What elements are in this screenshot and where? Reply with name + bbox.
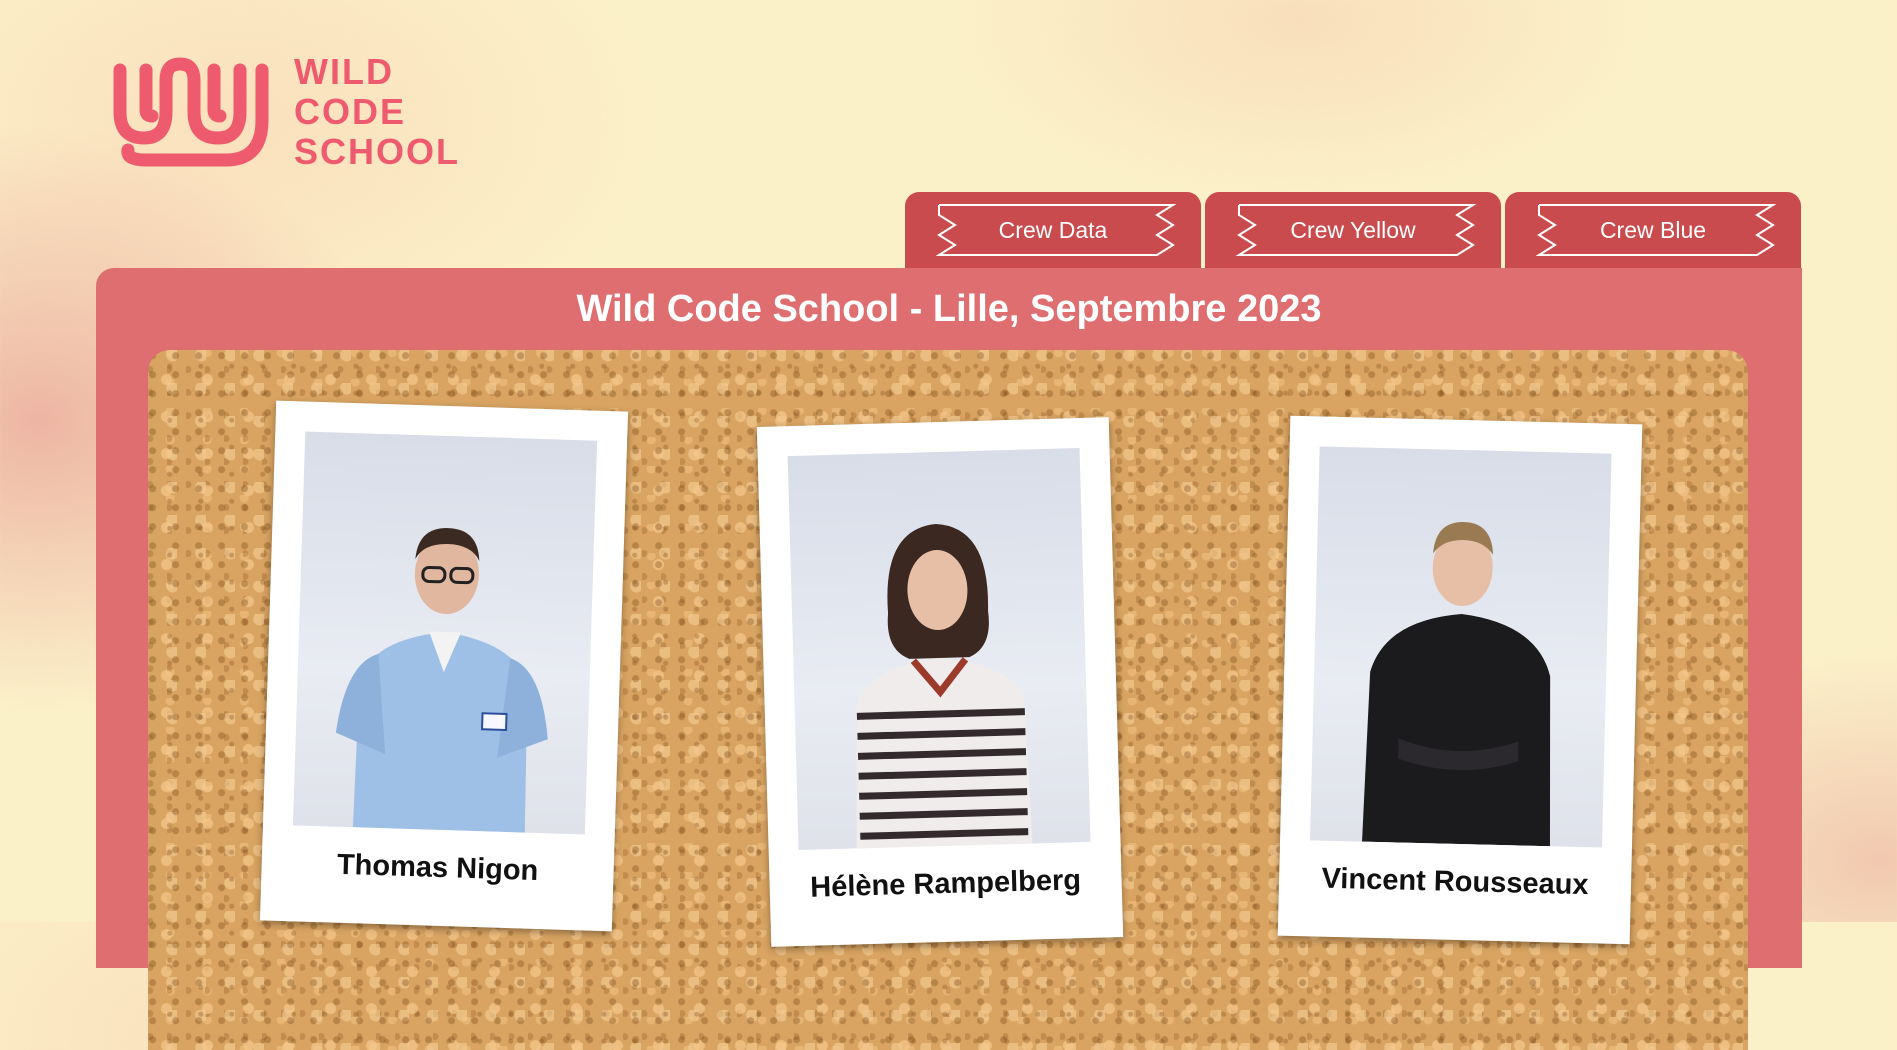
tab-crew-data[interactable]: Crew Data: [905, 192, 1201, 268]
crew-panel: Wild Code School - Lille, Septembre 2023…: [96, 268, 1802, 1050]
page-title: Wild Code School - Lille, Septembre 2023: [576, 288, 1322, 330]
polaroid-card[interactable]: Thomas Nigon: [259, 400, 629, 932]
logo[interactable]: WILD CODE SCHOOL: [106, 50, 460, 174]
logo-word: WILD: [294, 51, 394, 92]
person-name: Vincent Rousseaux: [1321, 862, 1589, 902]
portrait-photo: [292, 431, 598, 835]
tab-label: Crew Data: [998, 216, 1108, 243]
crew-tabs: Crew Data Crew Yellow Crew Blue: [905, 192, 1805, 268]
portrait-photo: [787, 448, 1091, 851]
polaroid-card[interactable]: Vincent Rousseaux: [1277, 415, 1643, 945]
polaroid-card[interactable]: Hélène Rampelberg: [756, 417, 1124, 947]
tab-crew-blue[interactable]: Crew Blue: [1505, 192, 1801, 268]
wild-code-school-logo-icon: [113, 57, 269, 167]
tab-crew-yellow[interactable]: Crew Yellow: [1205, 192, 1501, 268]
person-name: Thomas Nigon: [336, 848, 539, 888]
logo-word: SCHOOL: [294, 131, 461, 172]
tab-label: Crew Yellow: [1290, 216, 1416, 243]
logo-word: CODE: [294, 91, 407, 132]
logo-text: WILD CODE SCHOOL: [294, 52, 460, 172]
cork-board: Thomas Nigon Hélène Rampelberg Vincent R…: [148, 350, 1748, 1050]
portrait-photo: [1310, 446, 1612, 848]
tab-label: Crew Blue: [1599, 216, 1707, 243]
person-name: Hélène Rampelberg: [809, 864, 1082, 904]
